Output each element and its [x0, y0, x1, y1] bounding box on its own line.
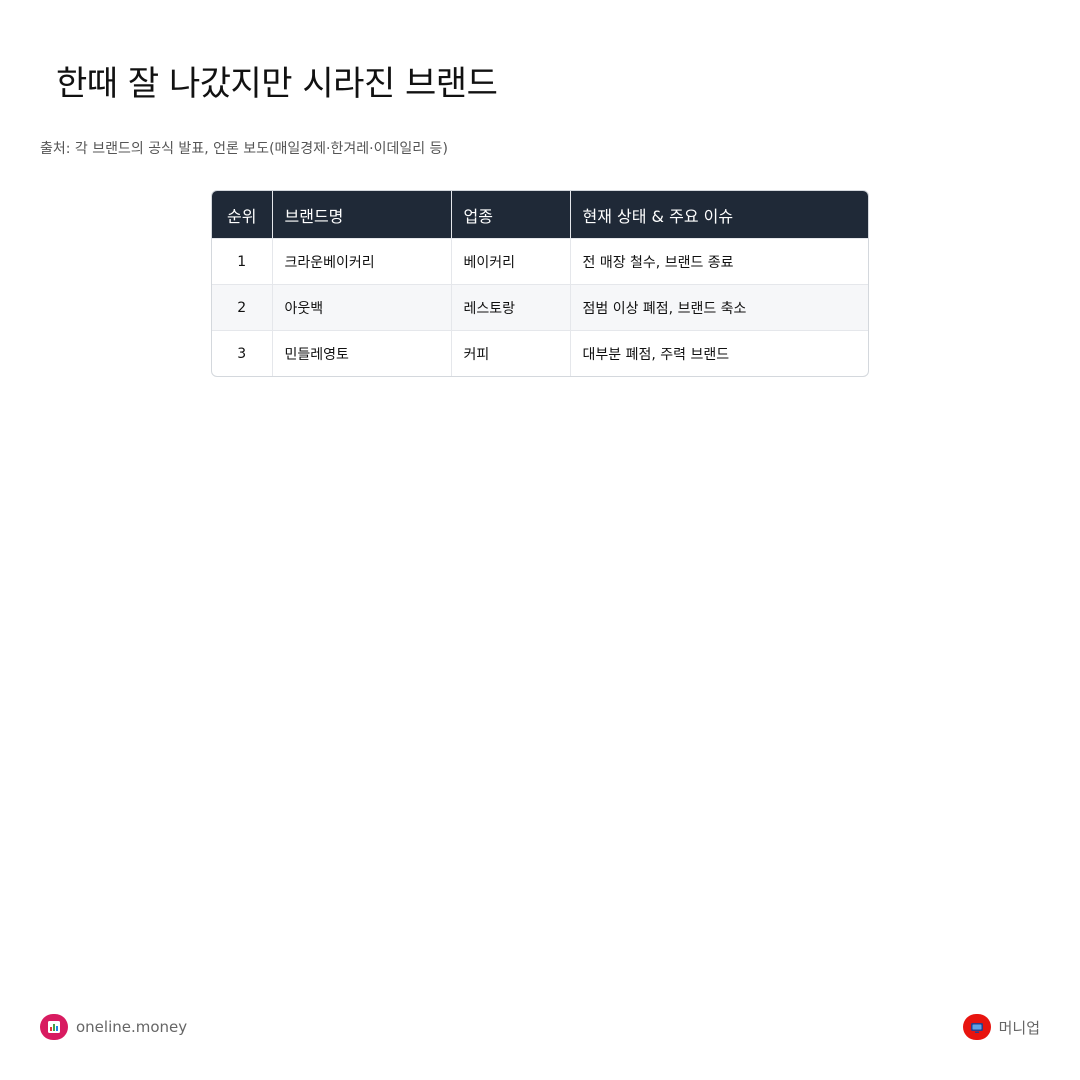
brand-table: 순위 브랜드명 업종 현재 상태 & 주요 이슈 1 크라운베이커리 베이커리 … [212, 191, 868, 376]
header-status: 현재 상태 & 주요 이슈 [570, 191, 868, 239]
cell-brand-name: 크라운베이커리 [272, 238, 452, 285]
cell-status: 점범 이상 폐점, 브랜드 축소 [570, 284, 868, 331]
table-header-row: 순위 브랜드명 업종 현재 상태 & 주요 이슈 [212, 191, 868, 239]
cell-rank: 1 [212, 238, 273, 285]
brand-table-container: 순위 브랜드명 업종 현재 상태 & 주요 이슈 1 크라운베이커리 베이커리 … [211, 190, 869, 377]
cell-rank: 2 [212, 284, 273, 331]
cell-brand-name: 아웃백 [272, 284, 452, 331]
footer-site-link[interactable]: oneline.money [40, 1014, 187, 1040]
bar-chart-icon [40, 1014, 68, 1040]
cell-industry: 베이커리 [451, 238, 571, 285]
source-note: 출처: 각 브랜드의 공식 발표, 언론 보도(매일경제·한겨레·이데일리 등) [40, 141, 448, 157]
table-row: 3 민들레영토 커피 대부분 폐점, 주력 브랜드 [212, 330, 868, 376]
page-title: 한때 잘 나갔지만 시라진 브랜드 [56, 64, 498, 104]
cell-industry: 커피 [451, 330, 571, 376]
footer-channel-link[interactable]: 머니업 [962, 1014, 1040, 1040]
tv-icon [962, 1014, 991, 1040]
footer-site-text: oneline.money [76, 1018, 188, 1036]
cell-status: 대부분 폐점, 주력 브랜드 [570, 330, 868, 376]
cell-rank: 3 [212, 330, 273, 376]
cell-industry: 레스토랑 [451, 284, 571, 331]
header-rank: 순위 [212, 191, 273, 239]
table-row: 1 크라운베이커리 베이커리 전 매장 철수, 브랜드 종료 [212, 238, 868, 285]
cell-brand-name: 민들레영토 [272, 330, 452, 376]
header-brand-name: 브랜드명 [272, 191, 452, 239]
table-row: 2 아웃백 레스토랑 점범 이상 폐점, 브랜드 축소 [212, 284, 868, 331]
cell-status: 전 매장 철수, 브랜드 종료 [570, 238, 868, 285]
header-industry: 업종 [451, 191, 571, 239]
footer-channel-text: 머니업 [998, 1018, 1040, 1037]
